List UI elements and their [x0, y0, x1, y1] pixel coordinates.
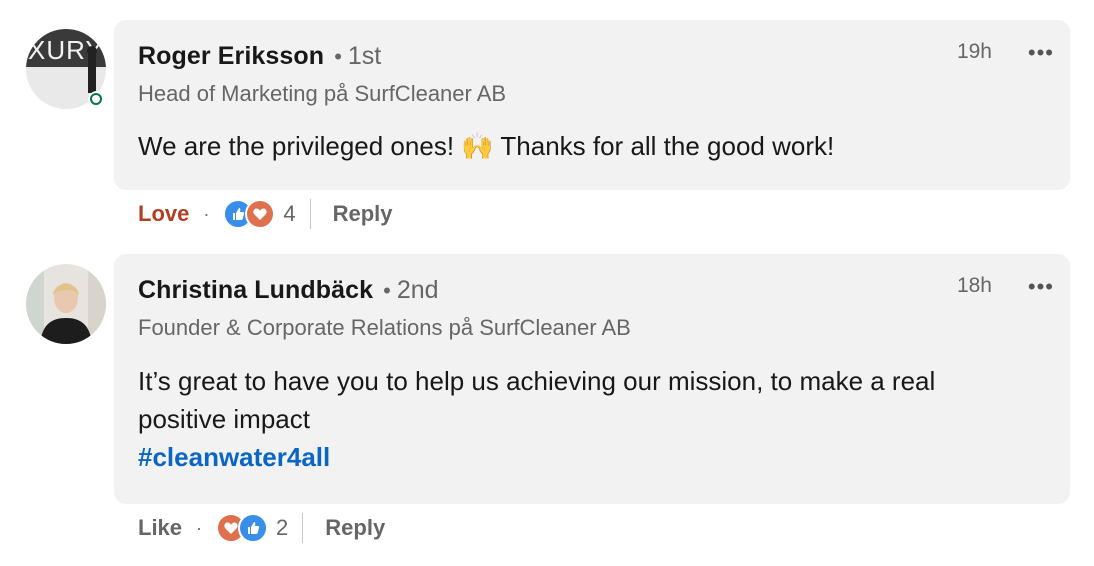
comment-text: We are the privileged ones! 🙌 Thanks for…: [138, 131, 835, 161]
author-name[interactable]: Christina Lundbäck: [138, 276, 373, 305]
separator-dot: •: [383, 278, 391, 303]
online-status-icon: [88, 91, 106, 109]
avatar-christina[interactable]: [26, 264, 106, 344]
more-options-icon[interactable]: •••: [1028, 40, 1054, 66]
love-reaction-icon: [245, 199, 276, 229]
author-name[interactable]: Roger Eriksson: [138, 42, 324, 71]
action-dot: ·: [196, 517, 203, 538]
comment-bubble: Christina Lundbäck • 2nd Founder & Corpo…: [114, 254, 1070, 504]
action-dot: ·: [203, 203, 210, 224]
reply-button[interactable]: Reply: [333, 201, 393, 227]
comment-time: 19h: [956, 40, 992, 63]
like-reaction-icon: [238, 513, 269, 543]
separator-dot: •: [334, 44, 342, 69]
avatar-roger[interactable]: XURY: [26, 29, 106, 109]
comment-text-line-2: positive impact: [138, 404, 310, 434]
action-divider: [302, 513, 304, 543]
comment-time: 18h: [956, 274, 992, 297]
hashtag-link[interactable]: #cleanwater4all: [138, 438, 1038, 476]
connection-degree: 2nd: [396, 276, 439, 304]
like-button[interactable]: Like: [138, 515, 182, 541]
comment-bubble: Roger Eriksson • 1st Head of Marketing p…: [114, 20, 1070, 190]
comment-text: It’s great to have you to help us achiev…: [138, 362, 1038, 476]
connection-degree: 1st: [347, 42, 382, 70]
action-divider: [309, 199, 311, 229]
more-options-icon[interactable]: •••: [1028, 274, 1054, 300]
reaction-count: 4: [283, 201, 296, 226]
reactions-summary[interactable]: 2: [216, 513, 288, 543]
reactions-summary[interactable]: 4: [223, 199, 296, 229]
author-headline: Head of Marketing på SurfCleaner AB: [138, 81, 507, 106]
avatar-image: [26, 264, 106, 344]
reaction-count: 2: [276, 515, 289, 540]
reply-button[interactable]: Reply: [325, 515, 385, 541]
comment-text-line-1: It’s great to have you to help us achiev…: [138, 366, 936, 396]
author-headline: Founder & Corporate Relations på SurfCle…: [138, 315, 631, 340]
love-button[interactable]: Love: [138, 201, 189, 227]
comment-actions: Love · 4 Reply: [138, 194, 393, 234]
comment-actions: Like · 2 Reply: [138, 508, 385, 548]
